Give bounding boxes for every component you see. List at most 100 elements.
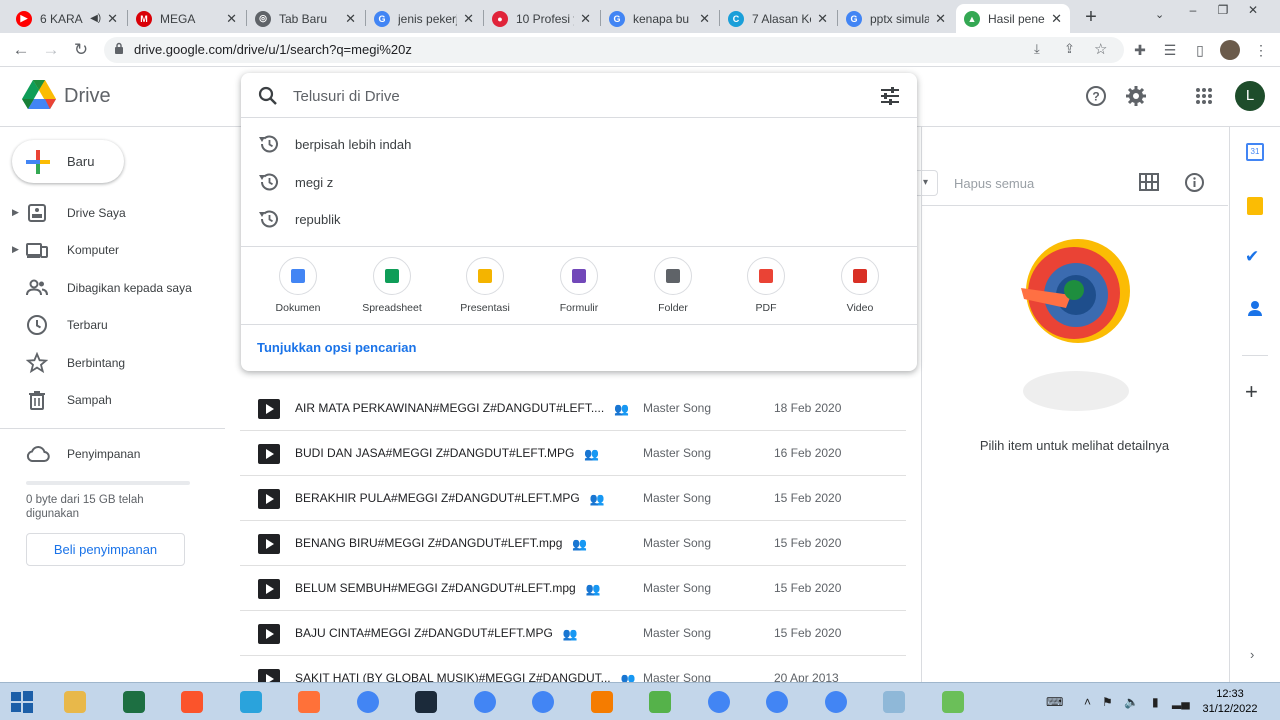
account-avatar[interactable]: L xyxy=(1235,81,1265,111)
taskbar-app-telegram[interactable] xyxy=(231,687,271,717)
nav-item-my-drive[interactable]: ▶ Drive Saya xyxy=(0,195,225,231)
browser-tab[interactable]: ▶ 6 KARA ◀) ✕ xyxy=(8,4,126,33)
bookmark-star-icon[interactable]: ☆ xyxy=(1094,40,1107,58)
taskbar-app-firefox[interactable] xyxy=(289,687,329,717)
taskbar-app-chrome[interactable] xyxy=(465,687,505,717)
volume-icon[interactable]: 🔈 xyxy=(1124,695,1139,709)
nav-item-computers[interactable]: ▶ Komputer xyxy=(0,232,225,268)
browser-tab[interactable]: ▲ Hasil pene ✕ xyxy=(956,4,1070,33)
taskbar-app-bluestacks[interactable] xyxy=(640,687,680,717)
tab-close-icon[interactable]: ✕ xyxy=(817,11,828,27)
taskbar-app-kinemaster[interactable] xyxy=(406,687,446,717)
keyboard-icon[interactable]: ⌨ xyxy=(1046,695,1063,709)
flag-icon[interactable]: ⚑ xyxy=(1102,695,1113,709)
expand-arrow-icon[interactable]: ▶ xyxy=(12,207,19,218)
contacts-icon[interactable] xyxy=(1246,299,1264,322)
table-row[interactable]: BUDI DAN JASA#MEGGI Z#DANGDUT#LEFT.MPG 👥 … xyxy=(240,431,906,476)
browser-tab[interactable]: ◎ Tab Baru ✕ xyxy=(247,4,364,33)
grid-view-icon[interactable] xyxy=(1139,173,1159,196)
profile-avatar[interactable] xyxy=(1220,40,1240,60)
taskbar-app-chrome[interactable] xyxy=(757,687,797,717)
tab-close-icon[interactable]: ✕ xyxy=(1051,11,1062,27)
nav-item-recent[interactable]: Terbaru xyxy=(0,307,225,343)
taskbar-app-file-explorer[interactable] xyxy=(55,687,95,717)
table-row[interactable]: BENANG BIRU#MEGGI Z#DANGDUT#LEFT.mpg 👥 Ma… xyxy=(240,521,906,566)
table-row[interactable]: BELUM SEMBUH#MEGGI Z#DANGDUT#LEFT.mpg 👥 M… xyxy=(240,566,906,611)
browser-tab[interactable]: C 7 Alasan Ke ✕ xyxy=(720,4,836,33)
type-chip-folders[interactable]: Folder xyxy=(634,257,712,317)
new-tab-button[interactable]: + xyxy=(1080,6,1102,28)
install-icon[interactable]: ⤓ xyxy=(1034,41,1040,57)
reading-list-icon[interactable]: ☰ xyxy=(1161,41,1179,59)
search-icon[interactable] xyxy=(258,86,278,111)
tab-close-icon[interactable]: ✕ xyxy=(345,11,356,27)
share-icon[interactable]: ⇪ xyxy=(1064,41,1075,57)
tab-close-icon[interactable]: ✕ xyxy=(226,11,237,27)
type-chip-presentations[interactable]: Presentasi xyxy=(446,257,524,317)
side-panel-icon[interactable]: ▯ xyxy=(1191,41,1209,59)
search-options-icon[interactable] xyxy=(880,86,900,111)
extensions-icon[interactable]: ✚ xyxy=(1131,41,1149,59)
table-row[interactable]: BAJU CINTA#MEGGI Z#DANGDUT#LEFT.MPG 👥 Mas… xyxy=(240,611,906,656)
new-button[interactable]: Baru xyxy=(12,140,124,183)
taskbar-app-avast[interactable] xyxy=(582,687,622,717)
tasks-icon[interactable]: ✔ xyxy=(1245,247,1259,267)
recent-search-item[interactable]: republik xyxy=(241,200,917,237)
minimize-icon[interactable]: – xyxy=(1178,0,1208,20)
tray-expand-icon[interactable]: ˄ xyxy=(1084,695,1091,709)
browser-tab[interactable]: M MEGA ✕ xyxy=(128,4,245,33)
taskbar-app-chrome[interactable] xyxy=(523,687,563,717)
search-options-link[interactable]: Tunjukkan opsi pencarian xyxy=(257,340,416,355)
taskbar-app-excel[interactable] xyxy=(114,687,154,717)
network-icon[interactable]: ▂▄ xyxy=(1172,695,1190,709)
clear-all-button[interactable]: Hapus semua xyxy=(954,176,1034,191)
search-input[interactable] xyxy=(293,85,853,107)
tab-close-icon[interactable]: ✕ xyxy=(699,11,710,27)
nav-item-starred[interactable]: Berbintang xyxy=(0,345,225,381)
drive-logo-icon[interactable] xyxy=(22,80,56,115)
browser-tab[interactable]: Gpptx simula ✕ xyxy=(838,4,954,33)
tab-audio-icon[interactable]: ◀) xyxy=(90,13,101,24)
tab-close-icon[interactable]: ✕ xyxy=(580,11,591,27)
back-icon[interactable]: ← xyxy=(10,39,32,61)
browser-tab[interactable]: Gjenis pekerja ✕ xyxy=(366,4,482,33)
taskbar-app-notepad[interactable] xyxy=(874,687,914,717)
browser-tab[interactable]: Gkenapa bu ✕ xyxy=(601,4,718,33)
forward-icon[interactable]: → xyxy=(40,39,62,61)
taskbar-app-chrome[interactable] xyxy=(699,687,739,717)
close-window-icon[interactable]: ✕ xyxy=(1238,0,1268,20)
taskbar-app-app[interactable] xyxy=(933,687,973,717)
add-addon-icon[interactable]: + xyxy=(1245,379,1258,405)
tab-close-icon[interactable]: ✕ xyxy=(107,11,118,27)
recent-search-item[interactable]: megi z xyxy=(241,163,917,200)
settings-gear-icon[interactable] xyxy=(1124,84,1148,108)
buy-storage-button[interactable]: Beli penyimpanan xyxy=(26,533,185,566)
apps-grid-icon[interactable] xyxy=(1192,84,1216,108)
table-row[interactable]: BERAKHIR PULA#MEGGI Z#DANGDUT#LEFT.MPG 👥 … xyxy=(240,476,906,521)
recent-search-item[interactable]: berpisah lebih indah xyxy=(241,125,917,162)
calendar-icon[interactable]: 31 xyxy=(1246,143,1264,161)
type-chip-forms[interactable]: Formulir xyxy=(540,257,618,317)
expand-arrow-icon[interactable]: ▶ xyxy=(12,244,19,255)
taskbar-app-chrome[interactable] xyxy=(348,687,388,717)
info-icon[interactable] xyxy=(1184,172,1205,198)
address-bar[interactable]: drive.google.com/drive/u/1/search?q=megi… xyxy=(104,37,1124,63)
windows-start-icon[interactable] xyxy=(10,690,34,719)
keep-icon[interactable] xyxy=(1247,197,1263,215)
battery-icon[interactable]: ▮ xyxy=(1152,695,1159,709)
tab-close-icon[interactable]: ✕ xyxy=(935,11,946,27)
type-chip-spreadsheets[interactable]: Spreadsheet xyxy=(353,257,431,317)
nav-item-storage[interactable]: Penyimpanan xyxy=(0,436,225,472)
type-chip-pdf[interactable]: PDF xyxy=(727,257,805,317)
tab-search-icon[interactable]: ⌄ xyxy=(1155,8,1164,21)
taskbar-clock[interactable]: 12:33 31/12/2022 xyxy=(1198,687,1262,717)
type-chip-documents[interactable]: Dokumen xyxy=(259,257,337,317)
taskbar-app-brave[interactable] xyxy=(172,687,212,717)
reload-icon[interactable]: ↻ xyxy=(70,39,92,61)
browser-menu-icon[interactable]: ⋮ xyxy=(1252,41,1270,59)
tab-close-icon[interactable]: ✕ xyxy=(463,11,474,27)
taskbar-app-chrome[interactable] xyxy=(816,687,856,717)
dropdown-arrow-icon[interactable]: ▾ xyxy=(914,170,938,196)
nav-item-shared-with-me[interactable]: Dibagikan kepada saya xyxy=(0,270,225,306)
collapse-panel-icon[interactable]: › xyxy=(1250,647,1254,662)
